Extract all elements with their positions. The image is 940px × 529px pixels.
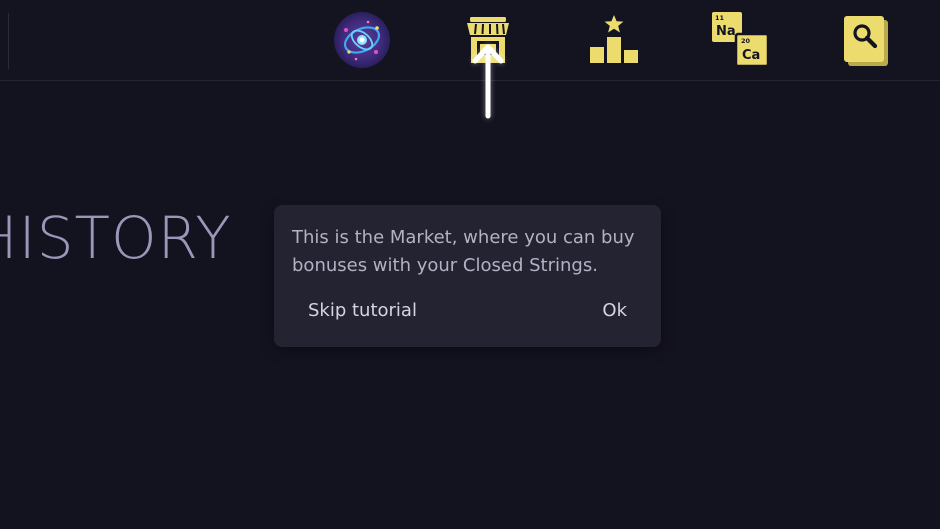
- tutorial-tooltip: This is the Market, where you can buy bo…: [274, 205, 661, 347]
- ok-button[interactable]: Ok: [602, 298, 627, 324]
- element-a-number: 11: [715, 14, 725, 22]
- element-b-number: 20: [741, 37, 751, 45]
- elements-button[interactable]: 11 Na 20 Ca: [708, 8, 772, 72]
- skip-tutorial-button[interactable]: Skip tutorial: [308, 298, 417, 324]
- page-title: HISTORY: [0, 204, 232, 272]
- element-b-symbol: Ca: [742, 48, 760, 63]
- game-screen: 11 Na 20 Ca HISTORY This is the Market, …: [0, 0, 940, 529]
- leaderboard-button[interactable]: [582, 8, 646, 72]
- book-search-icon: [844, 16, 888, 66]
- galaxy-icon: [334, 12, 390, 68]
- nav-divider: [8, 13, 9, 69]
- up-arrow-icon: [472, 44, 504, 119]
- periodic-elements-icon: 11 Na 20 Ca: [712, 12, 770, 68]
- tutorial-message: This is the Market, where you can buy bo…: [292, 227, 635, 276]
- tutorial-pointer: [468, 38, 508, 120]
- encyclopedia-search-button[interactable]: [834, 8, 898, 72]
- element-a-symbol: Na: [716, 24, 736, 39]
- galaxy-button[interactable]: [330, 8, 394, 72]
- podium-star-icon: [590, 15, 638, 63]
